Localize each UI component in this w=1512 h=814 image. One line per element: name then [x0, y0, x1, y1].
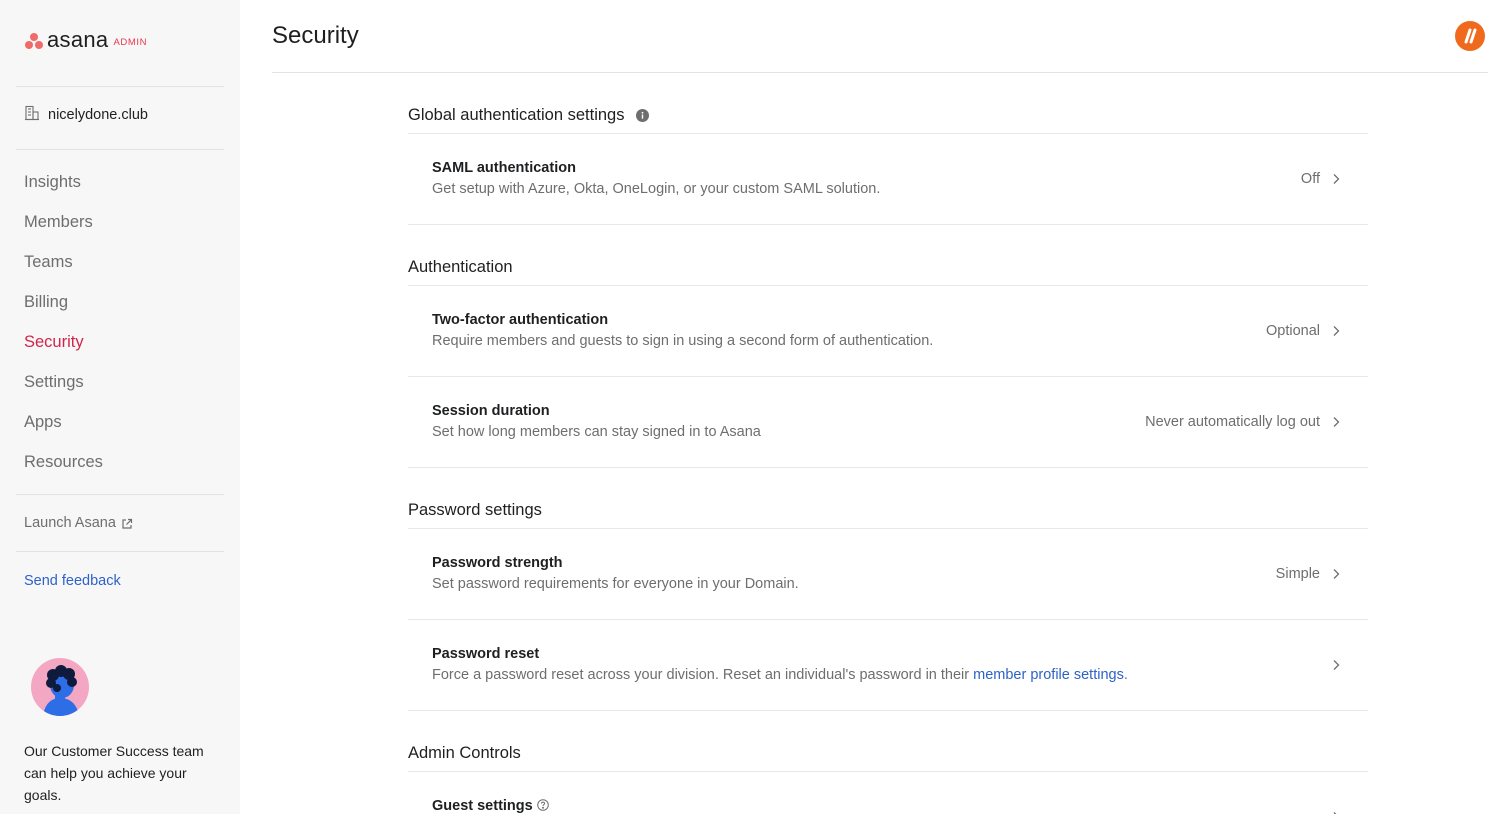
sidebar: asana ADMIN nicelydone.club Insights Mem… — [0, 0, 240, 814]
row-title: SAML authentication — [432, 160, 576, 176]
row-title: Session duration — [432, 403, 550, 419]
row-title: Password strength — [432, 555, 563, 571]
org-name: nicelydone.club — [48, 107, 148, 123]
row-title: Guest settings — [432, 798, 549, 814]
chevron-right-icon — [1333, 174, 1340, 184]
page-title: Security — [272, 22, 359, 49]
guest-settings-row[interactable]: Guest settings — [408, 772, 1368, 814]
row-description: Set password requirements for everyone i… — [432, 576, 799, 592]
row-value: Simple — [1275, 566, 1320, 582]
sidebar-item-resources[interactable]: Resources — [24, 453, 103, 472]
sidebar-item-settings[interactable]: Settings — [24, 373, 84, 392]
sidebar-item-apps[interactable]: Apps — [24, 413, 62, 432]
header-divider — [272, 72, 1488, 73]
sidebar-item-billing[interactable]: Billing — [24, 293, 68, 312]
sidebar-divider — [16, 86, 224, 87]
section-heading: Global authentication settings — [408, 106, 625, 124]
row-divider — [408, 224, 1368, 225]
row-description-text: Force a password reset across your divis… — [432, 667, 974, 683]
sidebar-item-insights[interactable]: Insights — [24, 173, 81, 192]
row-divider — [408, 710, 1368, 711]
send-feedback-link[interactable]: Send feedback — [24, 573, 121, 589]
asana-logo[interactable]: asana ADMIN — [24, 27, 148, 52]
info-icon[interactable] — [636, 109, 650, 122]
help-icon[interactable] — [536, 799, 549, 811]
row-title: Password reset — [432, 646, 540, 662]
launch-asana-label: Launch Asana — [24, 515, 116, 531]
row-title: Two-factor authentication — [432, 312, 609, 328]
two-factor-authentication-row[interactable]: Two-factor authentication Require member… — [408, 286, 1368, 376]
logo-wordmark: asana — [47, 27, 109, 52]
row-description-suffix: . — [1123, 667, 1128, 683]
customer-success-avatar — [31, 658, 89, 716]
session-duration-row[interactable]: Session duration Set how long members ca… — [408, 377, 1368, 467]
saml-authentication-row[interactable]: SAML authentication Get setup with Azure… — [408, 134, 1368, 224]
section-heading: Authentication — [408, 258, 513, 276]
chevron-right-icon — [1333, 417, 1340, 427]
person-illustration-icon — [43, 665, 79, 716]
sidebar-divider — [16, 551, 224, 552]
asana-logo-icon — [24, 32, 44, 50]
section-password-settings: Password settings — [408, 501, 1368, 520]
row-description: Get setup with Azure, Okta, OneLogin, or… — [432, 181, 881, 197]
password-strength-row[interactable]: Password strength Set password requireme… — [408, 529, 1368, 619]
row-divider — [408, 467, 1368, 468]
user-avatar[interactable] — [1455, 21, 1485, 51]
chevron-right-icon — [1333, 326, 1340, 336]
row-description: Require members and guests to sign in us… — [432, 333, 934, 349]
row-description: Force a password reset across your divis… — [432, 667, 1128, 683]
row-value: Off — [1300, 171, 1320, 187]
row-description: Set how long members can stay signed in … — [432, 424, 761, 440]
guest-settings-title: Guest settings — [432, 798, 533, 814]
section-admin-controls: Admin Controls — [408, 744, 1368, 763]
section-heading: Password settings — [408, 501, 542, 519]
customer-success-text: Our Customer Success team can help you a… — [24, 743, 204, 803]
sidebar-divider — [16, 494, 224, 495]
building-icon — [25, 105, 39, 121]
sidebar-divider — [16, 149, 224, 150]
external-link-icon — [122, 518, 133, 529]
section-authentication: Authentication — [408, 258, 1368, 277]
slash-logo-icon — [1464, 28, 1477, 44]
password-reset-row[interactable]: Password reset Force a password reset ac… — [408, 620, 1368, 710]
sidebar-item-teams[interactable]: Teams — [24, 253, 73, 272]
section-heading: Admin Controls — [408, 744, 521, 762]
org-switcher[interactable]: nicelydone.club — [24, 105, 148, 123]
row-value: Optional — [1265, 323, 1320, 339]
chevron-right-icon — [1333, 569, 1340, 579]
member-profile-settings-link[interactable]: member profile settings — [973, 667, 1124, 683]
chevron-right-icon — [1333, 660, 1340, 670]
logo-admin-tag: ADMIN — [113, 37, 148, 48]
section-global-authentication: Global authentication settings — [408, 106, 1368, 125]
sidebar-item-security[interactable]: Security — [24, 333, 84, 352]
row-value: Never automatically log out — [1145, 414, 1320, 430]
sidebar-item-members[interactable]: Members — [24, 213, 93, 232]
launch-asana-link[interactable]: Launch Asana — [24, 515, 133, 531]
